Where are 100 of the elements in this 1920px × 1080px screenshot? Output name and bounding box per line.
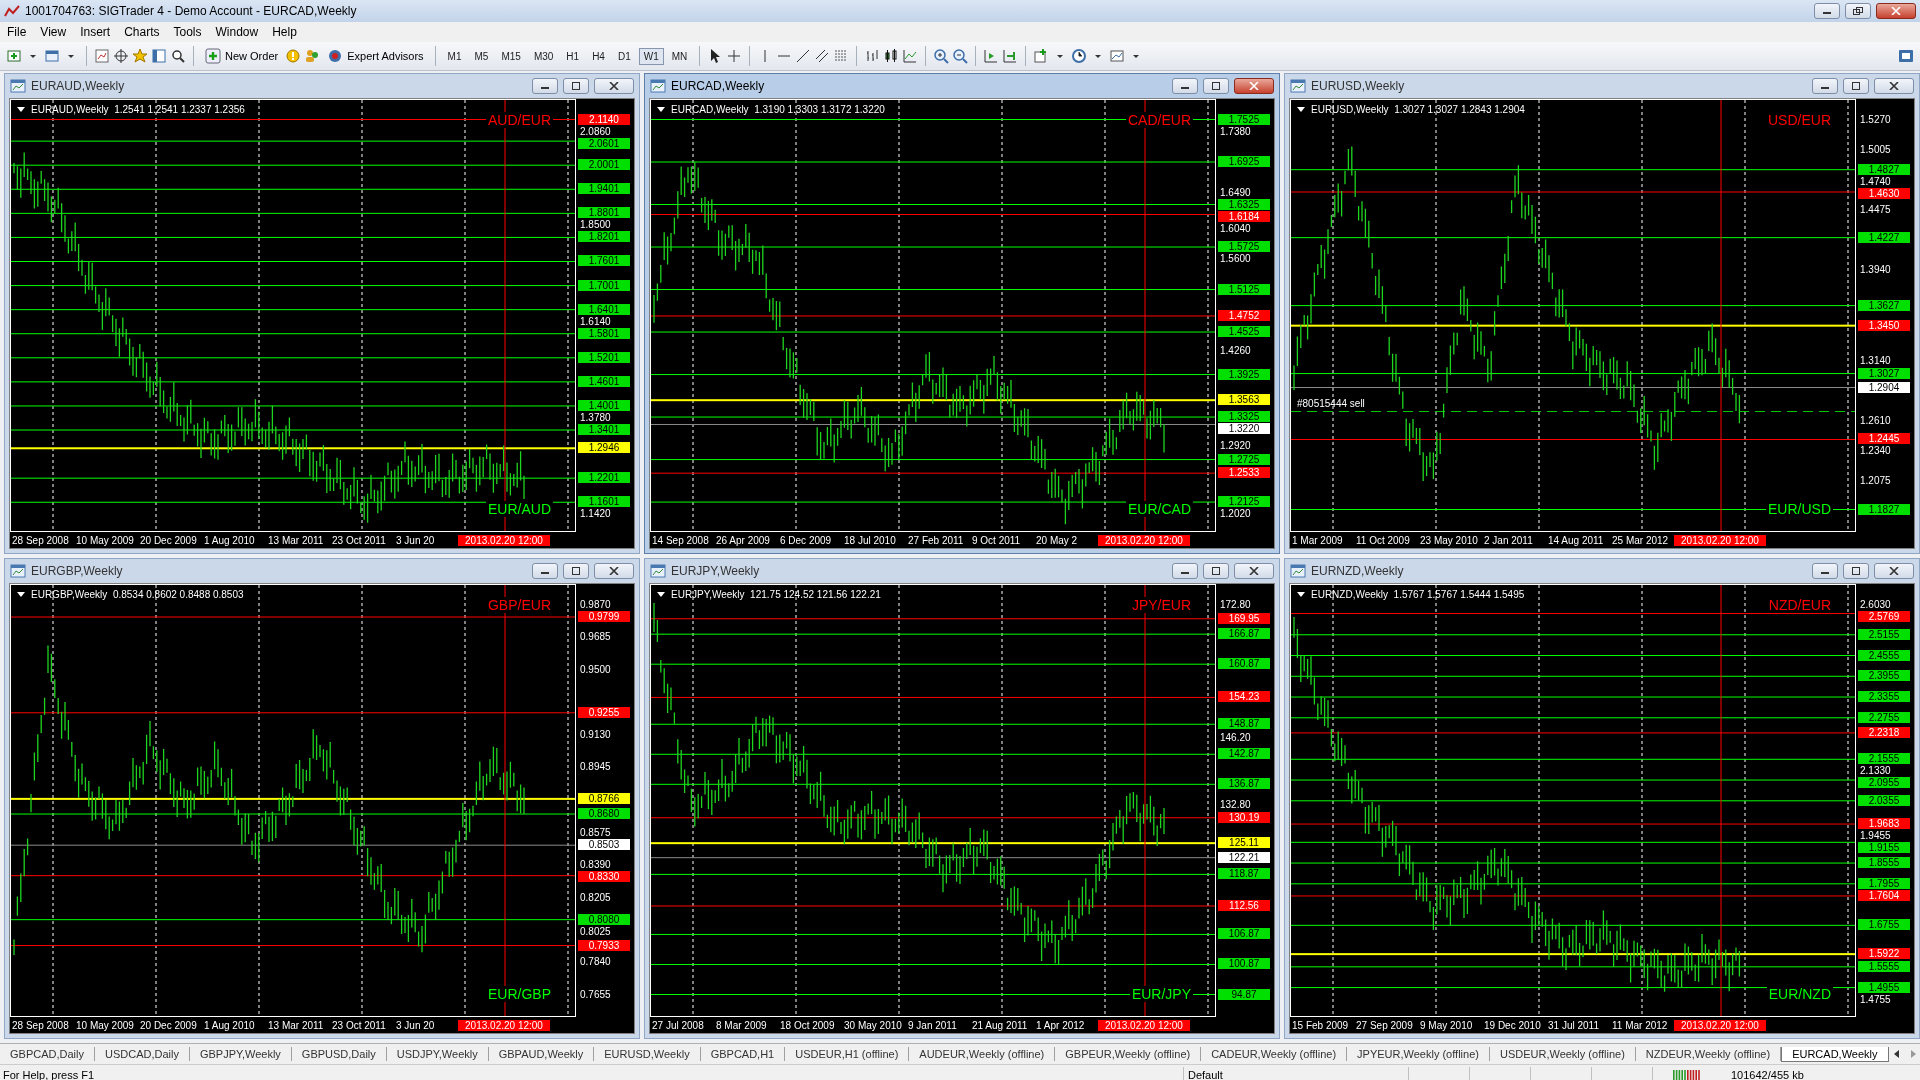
chart-window[interactable]: [644, 558, 1280, 1039]
dropdown-icon[interactable]: [657, 107, 665, 112]
timeframe-button[interactable]: M1: [442, 47, 467, 65]
warning-icon[interactable]: [285, 48, 302, 64]
template-icon[interactable]: [1109, 48, 1126, 64]
minimize-button[interactable]: [1172, 78, 1198, 94]
menu-item[interactable]: Window: [208, 25, 266, 39]
chart-tab[interactable]: GBPAUD,Weekly: [488, 1047, 595, 1061]
dropdown-icon[interactable]: [657, 592, 665, 597]
chart-tab[interactable]: AUDEUR,Weekly (offline): [909, 1047, 1056, 1061]
minimize-button[interactable]: [1814, 3, 1840, 19]
menu-item[interactable]: View: [33, 25, 74, 39]
window-icon[interactable]: [44, 48, 60, 64]
close-button[interactable]: [594, 78, 634, 94]
close-button[interactable]: [594, 563, 634, 579]
restore-button[interactable]: [1845, 3, 1871, 19]
minimize-button[interactable]: [1172, 563, 1198, 579]
people-icon[interactable]: [304, 48, 321, 64]
chart-header: EURGBP,Weekly 0.8534 0.8602 0.8488 0.8503: [31, 589, 244, 600]
chart-window[interactable]: [1284, 558, 1920, 1039]
chart-tab[interactable]: GBPJPY,Weekly: [189, 1047, 292, 1061]
timeframe-button[interactable]: M5: [469, 47, 494, 65]
price-tag: 1.8201: [578, 231, 630, 243]
close-button[interactable]: [1874, 78, 1914, 94]
close-button[interactable]: [1876, 3, 1916, 19]
timeframe-button[interactable]: M15: [496, 47, 526, 65]
timeframe-button[interactable]: W1: [638, 47, 664, 65]
menu-item[interactable]: File: [0, 25, 34, 39]
dropdown-icon[interactable]: [17, 592, 25, 597]
close-button[interactable]: [1874, 563, 1914, 579]
chart-tab[interactable]: GBPEUR,Weekly (offline): [1055, 1047, 1202, 1061]
search-icon[interactable]: [170, 48, 186, 64]
cursor-date-label: 2013.02.20 12:00: [1674, 534, 1766, 546]
date-label: 9 Jan 2011: [907, 1019, 958, 1031]
add-icon[interactable]: [6, 48, 22, 64]
maximize-button[interactable]: [1843, 78, 1869, 94]
price-tag: 1.2201: [578, 472, 630, 484]
chart-tab[interactable]: USDCAD,Daily: [94, 1047, 190, 1061]
minimize-button[interactable]: [1812, 563, 1838, 579]
window-icon[interactable]: [151, 48, 167, 64]
chart-window[interactable]: [644, 73, 1280, 554]
chart-window[interactable]: [4, 73, 640, 554]
chart-tab[interactable]: GBPUSD,Daily: [291, 1047, 387, 1061]
chart-shift-icon[interactable]: [983, 48, 1000, 64]
app-icon: [4, 3, 20, 19]
maximize-button[interactable]: [1203, 78, 1229, 94]
price-axis-label: 2.1330: [1860, 765, 1891, 777]
maximize-button[interactable]: [1843, 563, 1869, 579]
chart-tab[interactable]: JPYEUR,Weekly (offline): [1347, 1047, 1490, 1061]
window-title: EURAUD,Weekly: [31, 79, 126, 93]
panel-icon[interactable]: [1898, 48, 1914, 64]
channel-icon[interactable]: [814, 48, 831, 64]
menu-item[interactable]: Charts: [117, 25, 167, 39]
price-tag: 1.2725: [1218, 453, 1270, 465]
menu-item[interactable]: Insert: [73, 25, 118, 39]
bar-chart-icon[interactable]: [864, 48, 881, 64]
maximize-button[interactable]: [563, 563, 589, 579]
chart-window-icon: [1290, 563, 1306, 579]
candlestick-icon[interactable]: [883, 48, 900, 64]
star-icon[interactable]: [132, 48, 148, 64]
chart-tab[interactable]: GBPCAD,Daily: [0, 1047, 95, 1061]
close-button[interactable]: [1234, 78, 1274, 94]
chart-tab[interactable]: EURCAD,Weekly: [1781, 1046, 1889, 1062]
chart-tab[interactable]: EURUSD,Weekly: [594, 1047, 701, 1061]
price-tag: 2.0001: [578, 159, 630, 171]
menu-item[interactable]: Help: [265, 25, 304, 39]
chart-tab[interactable]: GBPCAD,H1: [700, 1047, 786, 1061]
close-button[interactable]: [1234, 563, 1274, 579]
timeframe-button[interactable]: MN: [666, 47, 693, 65]
crosshair-icon[interactable]: [113, 48, 129, 64]
price-axis-label: 1.2610: [1860, 414, 1891, 426]
price-axis-label: 1.4260: [1220, 344, 1251, 356]
dropdown-icon[interactable]: [17, 107, 25, 112]
chart-tab[interactable]: USDJPY,Weekly: [386, 1047, 489, 1061]
minimize-button[interactable]: [1812, 78, 1838, 94]
chart-window[interactable]: [4, 558, 640, 1039]
zoom-out-icon[interactable]: [952, 48, 969, 64]
timeframe-button[interactable]: D1: [612, 47, 636, 65]
chart-tab[interactable]: USDEUR,H1 (offline): [785, 1047, 910, 1061]
maximize-button[interactable]: [1203, 563, 1229, 579]
minimize-button[interactable]: [532, 563, 558, 579]
menu-item[interactable]: Tools: [166, 25, 209, 39]
chart-window[interactable]: [1284, 73, 1920, 554]
new-order-button[interactable]: New Order: [201, 45, 283, 67]
zoom-in-icon[interactable]: [933, 48, 950, 64]
expert-advisors-button[interactable]: Expert Advisors: [323, 45, 428, 67]
chart-icon[interactable]: [94, 48, 110, 64]
autoscroll-icon[interactable]: [1002, 48, 1019, 64]
trend-line-icon[interactable]: [795, 48, 812, 64]
timeframe-button[interactable]: M30: [528, 47, 559, 65]
maximize-button[interactable]: [563, 78, 589, 94]
chart-tab[interactable]: CADEUR,Weekly (offline): [1201, 1047, 1348, 1061]
clock-icon[interactable]: [1071, 48, 1088, 64]
timeframe-button[interactable]: H1: [561, 47, 585, 65]
chart-tab[interactable]: USDEUR,Weekly (offline): [1489, 1047, 1636, 1061]
minimize-button[interactable]: [532, 78, 558, 94]
price-axis-label: 1.6140: [580, 315, 611, 327]
dropdown-icon[interactable]: [1297, 107, 1305, 112]
dropdown-icon[interactable]: [1297, 592, 1305, 597]
timeframe-button[interactable]: H4: [587, 47, 610, 65]
